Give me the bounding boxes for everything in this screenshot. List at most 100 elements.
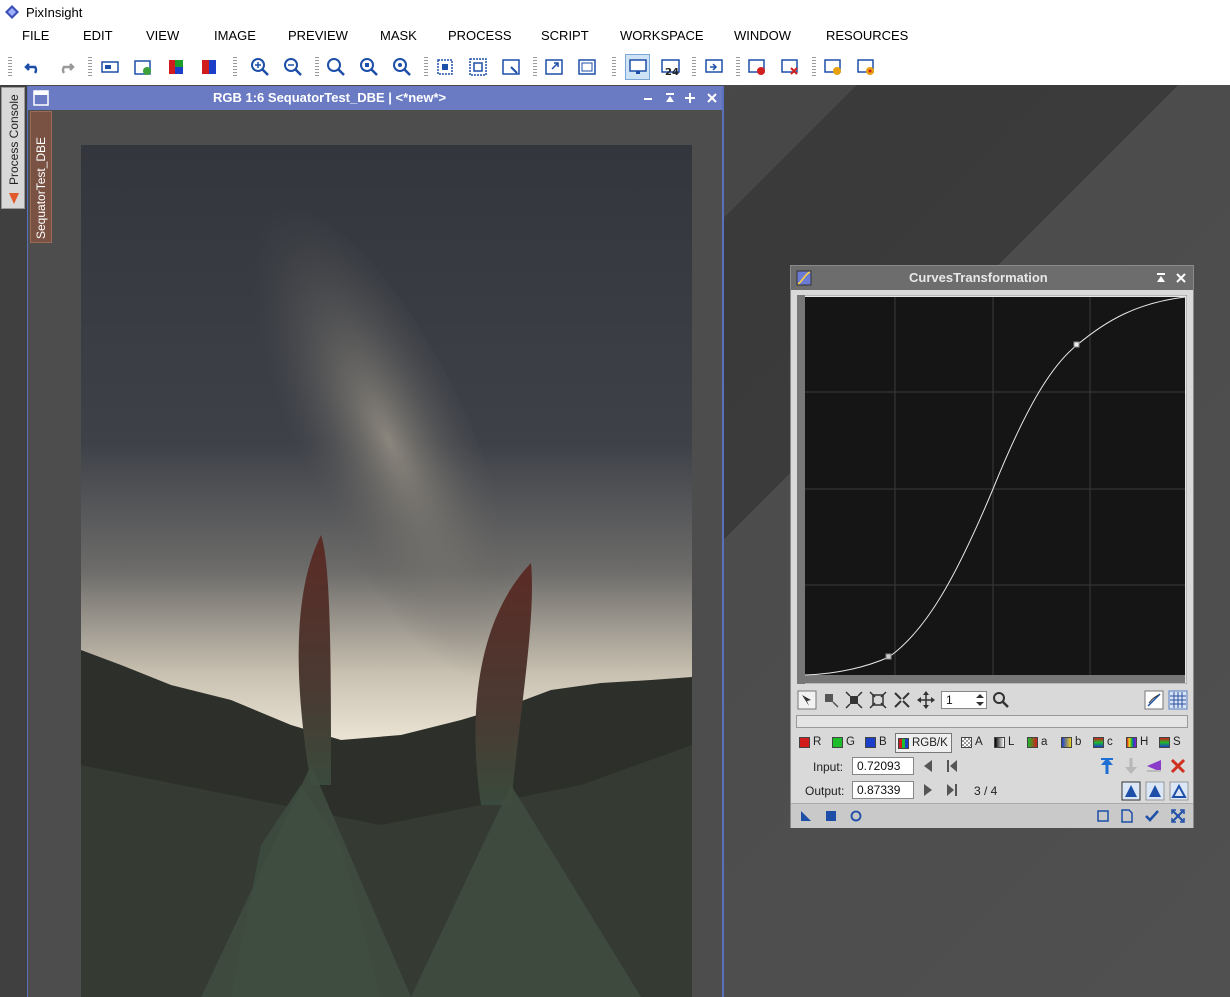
channel-s[interactable]: S: [1159, 733, 1181, 751]
menu-view[interactable]: VIEW: [146, 24, 179, 48]
first-point-icon[interactable]: [946, 759, 958, 773]
image-window[interactable]: RGB 1:6 SequatorTest_DBE | <*new*> Sequa…: [27, 86, 724, 997]
24bit-lut-icon[interactable]: 24: [659, 55, 683, 79]
new-instance-icon[interactable]: [800, 810, 812, 822]
toolbar-grip[interactable]: [533, 57, 537, 77]
mask-invert-icon[interactable]: [854, 55, 878, 79]
edit-instance-icon[interactable]: [1121, 809, 1133, 823]
cubic-spline-icon[interactable]: [1145, 781, 1165, 801]
menu-preview[interactable]: PREVIEW: [288, 24, 348, 48]
image-properties-icon[interactable]: [98, 55, 122, 79]
menu-script[interactable]: SCRIPT: [541, 24, 589, 48]
close-all-icon[interactable]: [778, 55, 802, 79]
channel-b-chroma[interactable]: b: [1061, 733, 1081, 751]
image-identifier-tab[interactable]: SequatorTest_DBE: [30, 111, 52, 243]
fit-view-icon[interactable]: [357, 55, 381, 79]
akima-interpolation-icon[interactable]: [1121, 781, 1141, 801]
curve-point[interactable]: [885, 653, 892, 660]
redo-icon[interactable]: [54, 55, 78, 79]
toolbar-grip[interactable]: [612, 57, 616, 77]
zoom-out-graph-icon[interactable]: [893, 691, 911, 709]
menu-resources[interactable]: RESOURCES: [826, 24, 908, 48]
shade-icon[interactable]: [1155, 272, 1167, 284]
browse-documentation-icon[interactable]: [1097, 810, 1109, 822]
maximize-icon[interactable]: [684, 92, 696, 104]
toolbar-grip[interactable]: [736, 57, 740, 77]
store-curve-icon[interactable]: [1098, 757, 1116, 775]
zoom-1-1-icon[interactable]: [324, 55, 348, 79]
new-image-icon[interactable]: [131, 55, 155, 79]
rgb-channels-icon[interactable]: [164, 55, 188, 79]
channel-b[interactable]: B: [865, 733, 887, 751]
channel-rgbk[interactable]: RGB/K: [895, 733, 952, 753]
shade-icon[interactable]: [664, 92, 676, 104]
zoom-to-fit-icon[interactable]: [390, 55, 414, 79]
channel-g[interactable]: G: [832, 733, 855, 751]
undo-icon[interactable]: [21, 55, 45, 79]
curve-point-selected[interactable]: [1073, 341, 1080, 348]
preview-mode-icon[interactable]: [466, 55, 490, 79]
cascade-windows-icon[interactable]: [575, 55, 599, 79]
dynamic-crop-icon[interactable]: [499, 55, 523, 79]
menu-image[interactable]: IMAGE: [214, 24, 256, 48]
zoom-magnifier-icon[interactable]: [992, 691, 1010, 709]
edit-point-mode-icon[interactable]: [797, 690, 817, 710]
stf-link-icon[interactable]: [702, 55, 726, 79]
display-screen-icon[interactable]: [625, 54, 650, 80]
channel-a[interactable]: a: [1027, 733, 1047, 751]
last-point-icon[interactable]: [946, 783, 958, 797]
image-view[interactable]: [81, 145, 692, 997]
menu-process[interactable]: PROCESS: [448, 24, 512, 48]
zoom-out-icon[interactable]: [281, 55, 305, 79]
toolbar-grip[interactable]: [88, 57, 92, 77]
process-console-tab[interactable]: Process Console: [1, 87, 25, 209]
apply-icon[interactable]: [1145, 809, 1159, 823]
restore-curve-icon[interactable]: [1122, 757, 1140, 775]
toolbar-grip[interactable]: [315, 57, 319, 77]
menu-file[interactable]: FILE: [22, 24, 49, 48]
apply-global-icon[interactable]: [825, 810, 837, 822]
curve-graph[interactable]: [797, 295, 1187, 684]
close-icon[interactable]: [706, 92, 718, 104]
zoom-area-icon[interactable]: [845, 691, 863, 709]
output-field[interactable]: 0.87339: [852, 781, 914, 799]
close-icon[interactable]: [1175, 272, 1187, 284]
zoom-in-icon[interactable]: [248, 55, 272, 79]
linear-interpolation-icon[interactable]: [1169, 781, 1189, 801]
toolbar-grip[interactable]: [812, 57, 816, 77]
channel-r[interactable]: R: [799, 733, 821, 751]
input-field[interactable]: 0.72093: [852, 757, 914, 775]
minimize-icon[interactable]: [642, 92, 654, 104]
zoom-in-graph-icon[interactable]: [869, 691, 887, 709]
image-window-titlebar[interactable]: RGB 1:6 SequatorTest_DBE | <*new*>: [28, 86, 722, 110]
spin-arrows-icon[interactable]: [975, 692, 985, 708]
menu-workspace[interactable]: WORKSPACE: [620, 24, 704, 48]
reset-instance-icon[interactable]: [1171, 809, 1185, 823]
menu-edit[interactable]: EDIT: [83, 24, 113, 48]
next-point-icon[interactable]: [922, 783, 934, 797]
curve-interpolation-icon[interactable]: [1144, 690, 1164, 710]
close-image-icon[interactable]: [745, 55, 769, 79]
curves-transformation-window[interactable]: CurvesTransformation 1 R G B RGB/K A L a…: [790, 265, 1194, 828]
extract-channels-icon[interactable]: [197, 55, 221, 79]
toolbar-grip[interactable]: [424, 57, 428, 77]
menu-mask[interactable]: MASK: [380, 24, 417, 48]
channel-alpha[interactable]: A: [961, 733, 983, 751]
channel-l[interactable]: L: [994, 733, 1014, 751]
select-point-icon[interactable]: [822, 691, 840, 709]
toolbar-grip[interactable]: [233, 57, 237, 77]
real-time-preview-icon[interactable]: [850, 810, 862, 822]
toolbar-grip[interactable]: [692, 57, 696, 77]
window-icon[interactable]: [33, 90, 49, 106]
readout-mode-icon[interactable]: [433, 55, 457, 79]
channel-h[interactable]: H: [1126, 733, 1148, 751]
curves-titlebar[interactable]: CurvesTransformation: [791, 266, 1193, 290]
toolbar-grip[interactable]: [8, 57, 12, 77]
tile-windows-icon[interactable]: [542, 55, 566, 79]
previous-point-icon[interactable]: [922, 759, 934, 773]
mask-show-icon[interactable]: [821, 55, 845, 79]
show-grid-icon[interactable]: [1168, 690, 1188, 710]
reset-curve-icon[interactable]: [1169, 757, 1187, 775]
menu-window[interactable]: WINDOW: [734, 24, 791, 48]
channel-c[interactable]: c: [1093, 733, 1113, 751]
